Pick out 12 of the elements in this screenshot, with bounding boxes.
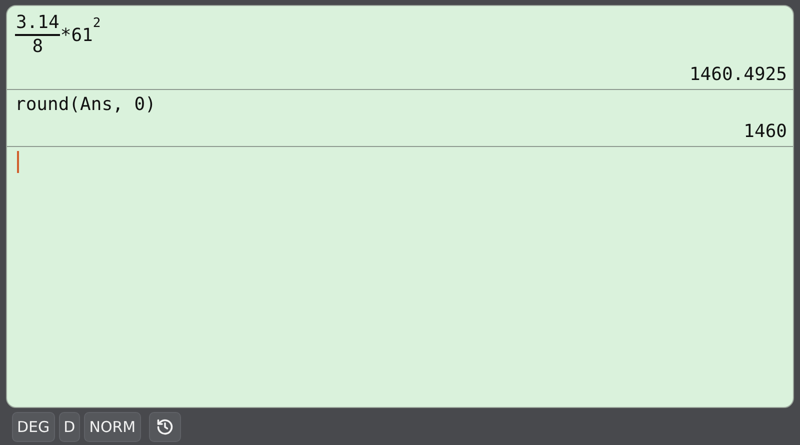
mode-button[interactable]: NORM <box>84 412 141 442</box>
numerator: 3.14 <box>15 12 60 36</box>
result-text: 1460.4925 <box>689 64 787 87</box>
denominator: 8 <box>32 36 44 58</box>
expression-text: *61 <box>60 24 93 46</box>
history-button[interactable] <box>148 412 181 442</box>
history-icon <box>156 418 174 436</box>
result-text: 1460 <box>744 121 787 144</box>
expression-text: round(Ans, 0) <box>15 94 156 115</box>
mode-button[interactable]: D <box>58 412 80 442</box>
exponent: 2 <box>92 16 101 31</box>
mode-button[interactable]: DEG <box>12 412 55 442</box>
